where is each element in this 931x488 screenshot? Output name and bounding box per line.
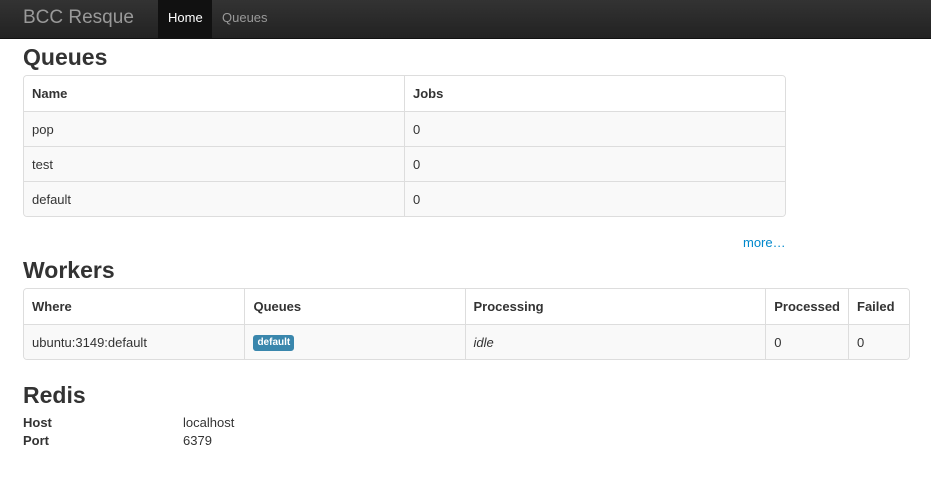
- workers-table: Where Queues Processing Processed Failed…: [23, 288, 910, 360]
- table-row: test 0: [24, 146, 785, 181]
- queue-jobs-cell: 0: [404, 146, 785, 181]
- top-navbar: BCC Resque Home Queues: [0, 0, 931, 39]
- queue-name-link[interactable]: pop: [32, 122, 54, 137]
- nav-home[interactable]: Home: [158, 0, 212, 38]
- column-header-where: Where: [24, 289, 245, 324]
- queue-name-cell[interactable]: default: [24, 181, 404, 216]
- worker-processing-cell: idle: [464, 324, 766, 359]
- column-header-queues: Queues: [244, 289, 465, 324]
- redis-port-label: Port: [23, 433, 49, 448]
- worker-queues-cell: default: [244, 324, 465, 359]
- redis-heading: Redis: [23, 382, 86, 408]
- workers-table-header: Where Queues Processing Processed Failed: [24, 289, 909, 324]
- queue-jobs-cell: 0: [404, 181, 785, 216]
- workers-heading: Workers: [23, 257, 115, 283]
- queue-badge[interactable]: default: [253, 335, 295, 351]
- table-row: pop 0: [24, 111, 785, 146]
- column-header-processed: Processed: [765, 289, 848, 324]
- queue-jobs-cell: 0: [404, 111, 785, 146]
- queues-table-header: Name Jobs: [24, 76, 785, 111]
- column-header-failed: Failed: [848, 289, 909, 324]
- brand-link[interactable]: BCC Resque: [23, 7, 134, 29]
- queue-name-link[interactable]: default: [32, 192, 71, 207]
- table-row: default 0: [24, 181, 785, 216]
- queue-name-cell[interactable]: pop: [24, 111, 404, 146]
- queue-name-link[interactable]: test: [32, 157, 53, 172]
- more-queues-link[interactable]: more…: [743, 235, 786, 250]
- redis-port-value: 6379: [183, 433, 212, 448]
- redis-host-value: localhost: [183, 415, 235, 430]
- column-header-jobs: Jobs: [404, 76, 785, 111]
- worker-processed-cell: 0: [765, 324, 848, 359]
- redis-host-label: Host: [23, 415, 52, 430]
- column-header-name: Name: [24, 76, 404, 111]
- worker-failed-cell: 0: [848, 324, 909, 359]
- worker-link[interactable]: ubuntu:3149:default: [32, 335, 147, 350]
- nav-queues[interactable]: Queues: [212, 0, 278, 38]
- table-row: ubuntu:3149:default default idle 0 0: [24, 324, 909, 359]
- queues-table: Name Jobs pop 0 test 0 default 0: [23, 75, 786, 217]
- worker-where-cell[interactable]: ubuntu:3149:default: [24, 324, 245, 359]
- queue-name-cell[interactable]: test: [24, 146, 404, 181]
- column-header-processing: Processing: [464, 289, 766, 324]
- queues-heading: Queues: [23, 44, 108, 70]
